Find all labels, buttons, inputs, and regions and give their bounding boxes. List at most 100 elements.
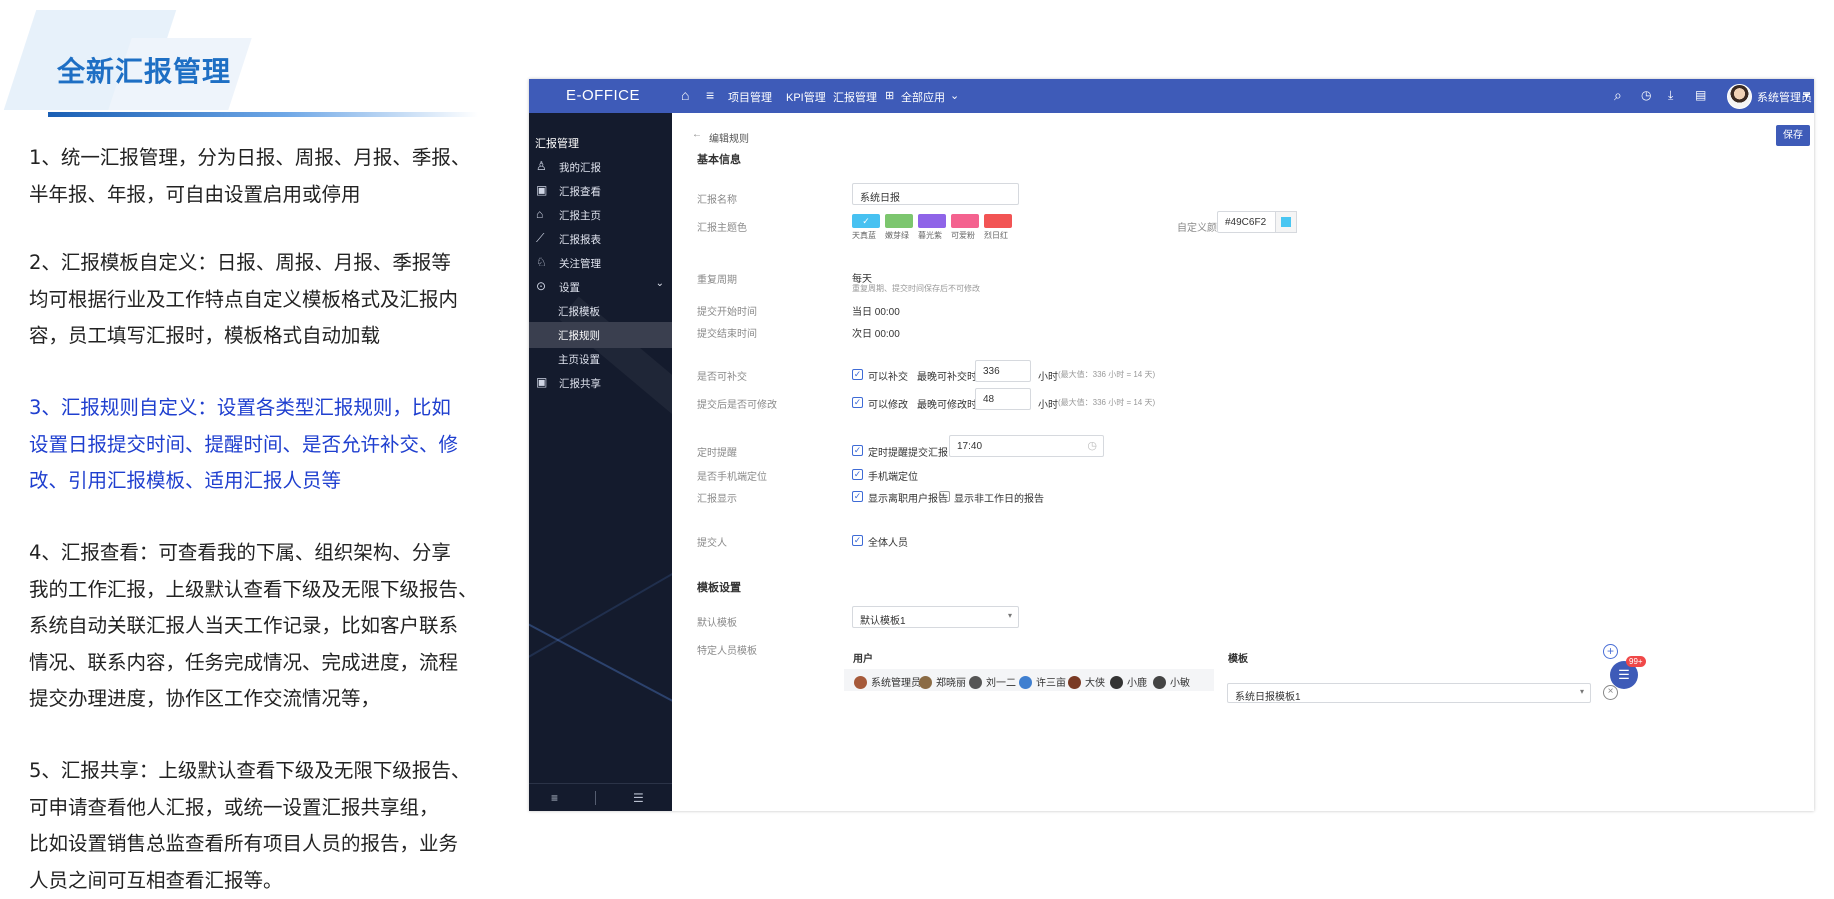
theme-swatch-green[interactable] bbox=[885, 214, 913, 228]
theme-swatch-blue[interactable]: ✓ bbox=[852, 214, 880, 228]
sidebar-item-settings[interactable]: ⊙ 设置 ⌄ bbox=[529, 274, 672, 300]
nav-kpi[interactable]: KPI管理 bbox=[786, 89, 826, 105]
nav-project[interactable]: 项目管理 bbox=[728, 89, 772, 105]
sidebar-footer: ≡ ☰ bbox=[529, 783, 672, 811]
chat-icon[interactable]: ☰ 99+ bbox=[1610, 656, 1646, 689]
report-view-icon: ▣ bbox=[536, 183, 548, 197]
list-icon[interactable]: ☰ bbox=[633, 791, 644, 805]
end-time-value: 次日 00:00 bbox=[852, 329, 900, 340]
sidebar-item-report-chart[interactable]: ⟋ 汇报报表 bbox=[529, 226, 672, 252]
sidebar-item-report-view[interactable]: ▣ 汇报查看 bbox=[529, 178, 672, 204]
modify-hours-input[interactable]: 48 bbox=[975, 388, 1031, 410]
user-icon: ♙ bbox=[536, 159, 547, 173]
nav-report[interactable]: 汇报管理 bbox=[833, 89, 877, 105]
save-button[interactable]: 保存 bbox=[1776, 125, 1810, 146]
makeup-hours-input[interactable]: 336 bbox=[975, 360, 1031, 382]
sidebar-item-label: 关注管理 bbox=[559, 258, 601, 270]
field-label-theme: 汇报主题色 bbox=[697, 223, 747, 234]
sidebar-item-share[interactable]: ▣ 汇报共享 bbox=[529, 370, 672, 396]
paragraph-line: 我的工作汇报，上级默认查看下级及无限下级报告、 bbox=[29, 577, 478, 601]
sidebar-item-template[interactable]: 汇报模板 bbox=[529, 298, 672, 324]
swatch-label: 天真蓝 bbox=[852, 231, 876, 240]
field-label-special-template: 特定人员模板 bbox=[697, 646, 757, 657]
user-chip-label: 许三亩 bbox=[1036, 678, 1066, 689]
avatar[interactable] bbox=[1727, 84, 1752, 109]
sidebar-header: 汇报管理 bbox=[535, 138, 579, 150]
document-icon[interactable]: ▤ bbox=[1695, 87, 1706, 103]
sidebar-item-label: 主页设置 bbox=[558, 354, 600, 366]
display-nonworkday-checkbox[interactable] bbox=[939, 491, 950, 502]
theme-swatch-red[interactable] bbox=[984, 214, 1012, 228]
chevron-down-icon[interactable]: ⌄ bbox=[950, 89, 959, 102]
submitter-all-checkbox[interactable]: ✓ bbox=[852, 535, 863, 546]
row-template-value: 系统日报模板1 bbox=[1235, 692, 1301, 703]
paragraph-line: 1、统一汇报管理，分为日报、周报、月报、季报、 bbox=[29, 146, 471, 169]
report-name-input[interactable]: 系统日报 bbox=[852, 183, 1019, 205]
user-chip-label: 刘一二 bbox=[986, 678, 1016, 689]
sidebar-item-follow[interactable]: ♘ 关注管理 bbox=[529, 250, 672, 276]
home-icon[interactable]: ⌂ bbox=[681, 87, 689, 103]
user-chip-label: 大侠 bbox=[1085, 678, 1105, 689]
row-template-select[interactable]: 系统日报模板1 ▾ bbox=[1227, 683, 1591, 703]
modify-checkbox[interactable]: ✓ bbox=[852, 397, 863, 408]
paragraph-line: 人员之间可互相查看汇报等。 bbox=[29, 868, 283, 892]
user-chip-label: 小鹿 bbox=[1127, 678, 1147, 689]
field-label-remind: 定时提醒 bbox=[697, 448, 737, 459]
caret-down-icon: ▾ bbox=[1579, 687, 1584, 696]
remind-checkbox[interactable]: ✓ bbox=[852, 445, 863, 456]
locate-checkbox[interactable]: ✓ bbox=[852, 469, 863, 480]
slide-title: 全新汇报管理 bbox=[57, 55, 232, 88]
chart-icon: ⟋ bbox=[536, 231, 545, 245]
power-icon[interactable]: ◷ bbox=[1641, 87, 1651, 103]
user-chip-label: 小敏 bbox=[1170, 678, 1190, 689]
paragraph-3: 3、汇报规则自定义：设置各类型汇报规则，比如 设置日报提交时间、提醒时间、是否允… bbox=[29, 390, 499, 500]
remove-row-icon[interactable]: × bbox=[1603, 685, 1618, 700]
sidebar-item-label: 汇报主页 bbox=[559, 210, 601, 222]
user-chip[interactable]: 郑晓丽 bbox=[919, 674, 966, 689]
clock-icon: ◷ bbox=[1087, 440, 1097, 452]
add-row-icon[interactable]: + bbox=[1603, 644, 1618, 659]
column-user: 用户 bbox=[853, 654, 873, 665]
color-picker[interactable] bbox=[1275, 211, 1297, 233]
user-caret-icon[interactable]: ▾ bbox=[1804, 89, 1810, 102]
menu-icon[interactable]: ≡ bbox=[706, 87, 714, 103]
collapse-icon[interactable]: ≡ bbox=[551, 791, 558, 805]
nav-all-apps[interactable]: 全部应用 bbox=[901, 89, 945, 105]
paragraph-line: 半年报、年报，可自由设置启用或停用 bbox=[29, 182, 361, 206]
cycle-hint: 重复周期、提交时间保存后不可修改 bbox=[852, 284, 980, 293]
sidebar-item-rules[interactable]: 汇报规则 bbox=[529, 322, 672, 348]
user-chip[interactable]: 刘一二 bbox=[969, 674, 1016, 689]
paragraph-line: 2、汇报模板自定义：日报、周报、月报、季报等 bbox=[29, 251, 451, 274]
download-icon[interactable]: ⤓ bbox=[1668, 87, 1673, 103]
sidebar-item-report-home[interactable]: ⌂ 汇报主页 bbox=[529, 202, 672, 228]
display-resigned-checkbox[interactable]: ✓ bbox=[852, 491, 863, 502]
paragraph-line: 均可根据行业及工作特点自定义模板格式及汇报内 bbox=[29, 287, 459, 311]
user-chip[interactable]: 许三亩 bbox=[1019, 674, 1066, 689]
hours-hint: (最大值：336 小时 = 14 天) bbox=[1058, 370, 1156, 379]
avatar bbox=[919, 676, 932, 689]
grid-icon[interactable]: ⊞ bbox=[885, 88, 894, 104]
sidebar-item-home-settings[interactable]: 主页设置 bbox=[529, 346, 672, 372]
search-icon[interactable]: ⌕ bbox=[1614, 87, 1622, 103]
back-arrow-icon[interactable]: ← bbox=[692, 129, 702, 140]
remind-time-input[interactable]: 17:40 ◷ bbox=[949, 435, 1104, 457]
theme-swatch-pink[interactable] bbox=[951, 214, 979, 228]
custom-color-input[interactable]: #49C6F2 bbox=[1217, 211, 1277, 233]
sidebar: 汇报管理 ♙ 我的汇报 ▣ 汇报查看 ⌂ 汇报主页 ⟋ 汇报报表 ♘ 关注管理 … bbox=[529, 113, 672, 811]
sidebar-item-label: 汇报规则 bbox=[558, 330, 600, 342]
hours-hint: (最大值：336 小时 = 14 天) bbox=[1058, 398, 1156, 407]
paragraph-line: 可申请查看他人汇报，或统一设置汇报共享组， bbox=[29, 795, 439, 819]
paragraph-line: 4、汇报查看：可查看我的下属、组织架构、分享 bbox=[29, 541, 451, 564]
paragraph-line: 3、汇报规则自定义：设置各类型汇报规则，比如 bbox=[29, 396, 451, 419]
makeup-checkbox[interactable]: ✓ bbox=[852, 369, 863, 380]
user-chip[interactable]: 小敏 bbox=[1153, 674, 1190, 689]
modify-check-label: 可以修改 bbox=[868, 400, 908, 411]
sidebar-item-label: 汇报模板 bbox=[558, 306, 600, 318]
user-chip[interactable]: 系统管理员 bbox=[854, 674, 921, 689]
sidebar-item-my-report[interactable]: ♙ 我的汇报 bbox=[529, 154, 672, 180]
default-template-select[interactable]: 默认模板1 ▾ bbox=[852, 606, 1019, 628]
theme-swatch-purple[interactable] bbox=[918, 214, 946, 228]
user-chip[interactable]: 大侠 bbox=[1068, 674, 1105, 689]
user-chip[interactable]: 小鹿 bbox=[1110, 674, 1147, 689]
display-resigned-label: 显示离职用户报告 bbox=[868, 494, 948, 505]
